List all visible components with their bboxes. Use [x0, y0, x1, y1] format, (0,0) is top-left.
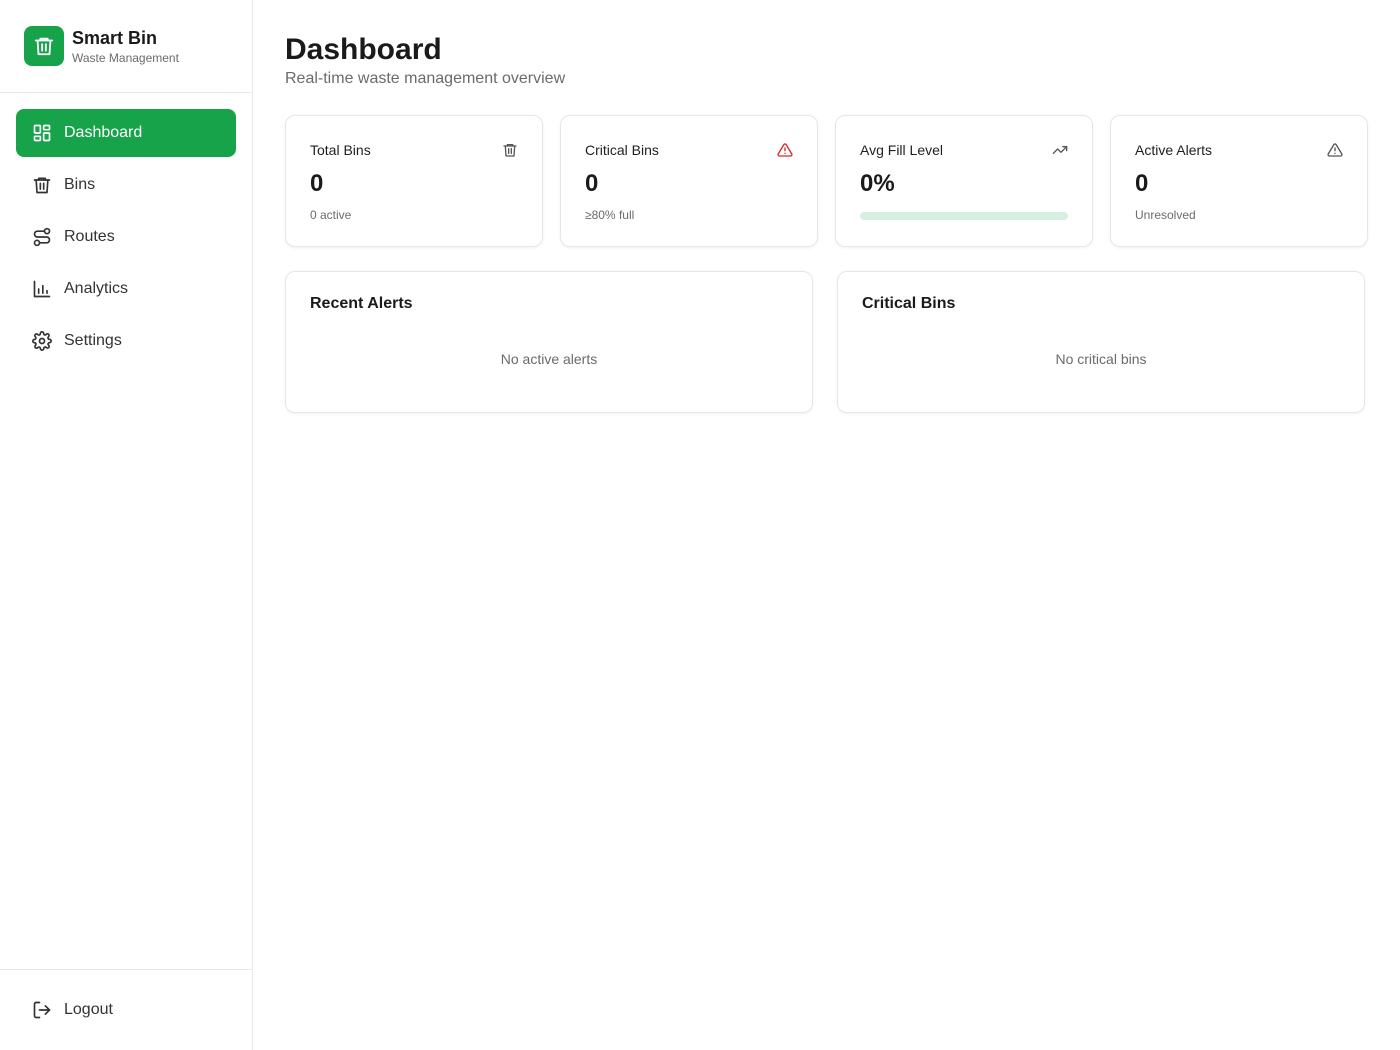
- trending-up-icon: [1052, 142, 1068, 158]
- panel-title: Critical Bins: [862, 295, 956, 312]
- sidebar-item-label: Dashboard: [64, 124, 143, 141]
- recent-alerts-panel: Recent Alerts No active alerts: [285, 271, 813, 413]
- sidebar-item-routes[interactable]: Routes: [16, 213, 236, 261]
- sidebar-item-settings[interactable]: Settings: [16, 317, 236, 365]
- stat-card-total-bins: Total Bins 0 0 active: [285, 115, 543, 247]
- stat-title: Total Bins: [310, 142, 371, 158]
- brand: Smart Bin Waste Management: [0, 0, 252, 93]
- fill-level-progress-bar: [860, 212, 1068, 220]
- page-subtitle: Real-time waste management overview: [285, 70, 566, 87]
- sidebar-item-label: Analytics: [64, 280, 129, 297]
- stat-value: 0: [310, 170, 324, 197]
- empty-state: No critical bins: [1055, 351, 1147, 367]
- empty-state: No active alerts: [500, 351, 598, 367]
- stats-row: Total Bins 0 0 active Critical Bins 0 ≥8…: [285, 115, 1368, 247]
- panel-title: Recent Alerts: [310, 295, 413, 312]
- critical-bins-panel: Critical Bins No critical bins: [837, 271, 1365, 413]
- logout-button[interactable]: Logout: [16, 986, 236, 1034]
- stat-card-critical-bins: Critical Bins 0 ≥80% full: [560, 115, 818, 247]
- trash-icon: [502, 142, 518, 158]
- sidebar: Smart Bin Waste Management Dashboard Bin…: [0, 0, 253, 1050]
- warning-triangle-icon: [777, 142, 793, 158]
- main-content: Dashboard Real-time waste management ove…: [253, 0, 1400, 1050]
- sidebar-item-label: Routes: [64, 228, 115, 245]
- panels-row: Recent Alerts No active alerts Critical …: [285, 271, 1368, 413]
- stat-value: 0%: [860, 170, 895, 197]
- bar-chart-icon: [32, 279, 52, 299]
- warning-triangle-icon: [1327, 142, 1343, 158]
- sidebar-item-label: Bins: [64, 176, 96, 193]
- trash-icon: [24, 26, 64, 66]
- sidebar-footer: Logout: [0, 969, 252, 1050]
- brand-title: Smart Bin: [72, 28, 158, 48]
- stat-title: Critical Bins: [585, 142, 659, 158]
- logout-icon: [32, 1000, 52, 1020]
- stat-value: 0: [1135, 170, 1149, 197]
- stat-title: Active Alerts: [1135, 142, 1213, 158]
- stat-card-active-alerts: Active Alerts 0 Unresolved: [1110, 115, 1368, 247]
- stat-card-avg-fill: Avg Fill Level 0%: [835, 115, 1093, 247]
- route-icon: [32, 227, 52, 247]
- logout-label: Logout: [64, 1001, 113, 1018]
- dashboard-icon: [32, 123, 52, 143]
- sidebar-item-label: Settings: [64, 332, 122, 349]
- sidebar-item-analytics[interactable]: Analytics: [16, 265, 236, 313]
- brand-subtitle: Waste Management: [72, 51, 179, 65]
- stat-note: Unresolved: [1135, 208, 1196, 222]
- stat-title: Avg Fill Level: [860, 142, 944, 158]
- stat-note: 0 active: [310, 208, 352, 222]
- sidebar-item-dashboard[interactable]: Dashboard: [16, 109, 236, 157]
- trash-icon: [32, 175, 52, 195]
- sidebar-item-bins[interactable]: Bins: [16, 161, 236, 209]
- stat-value: 0: [585, 170, 599, 197]
- page-title: Dashboard: [285, 33, 442, 66]
- sidebar-nav: Dashboard Bins Routes Analytics Settings: [0, 93, 252, 969]
- gear-icon: [32, 331, 52, 351]
- app: Smart Bin Waste Management Dashboard Bin…: [0, 0, 1400, 1050]
- stat-note: ≥80% full: [585, 208, 635, 222]
